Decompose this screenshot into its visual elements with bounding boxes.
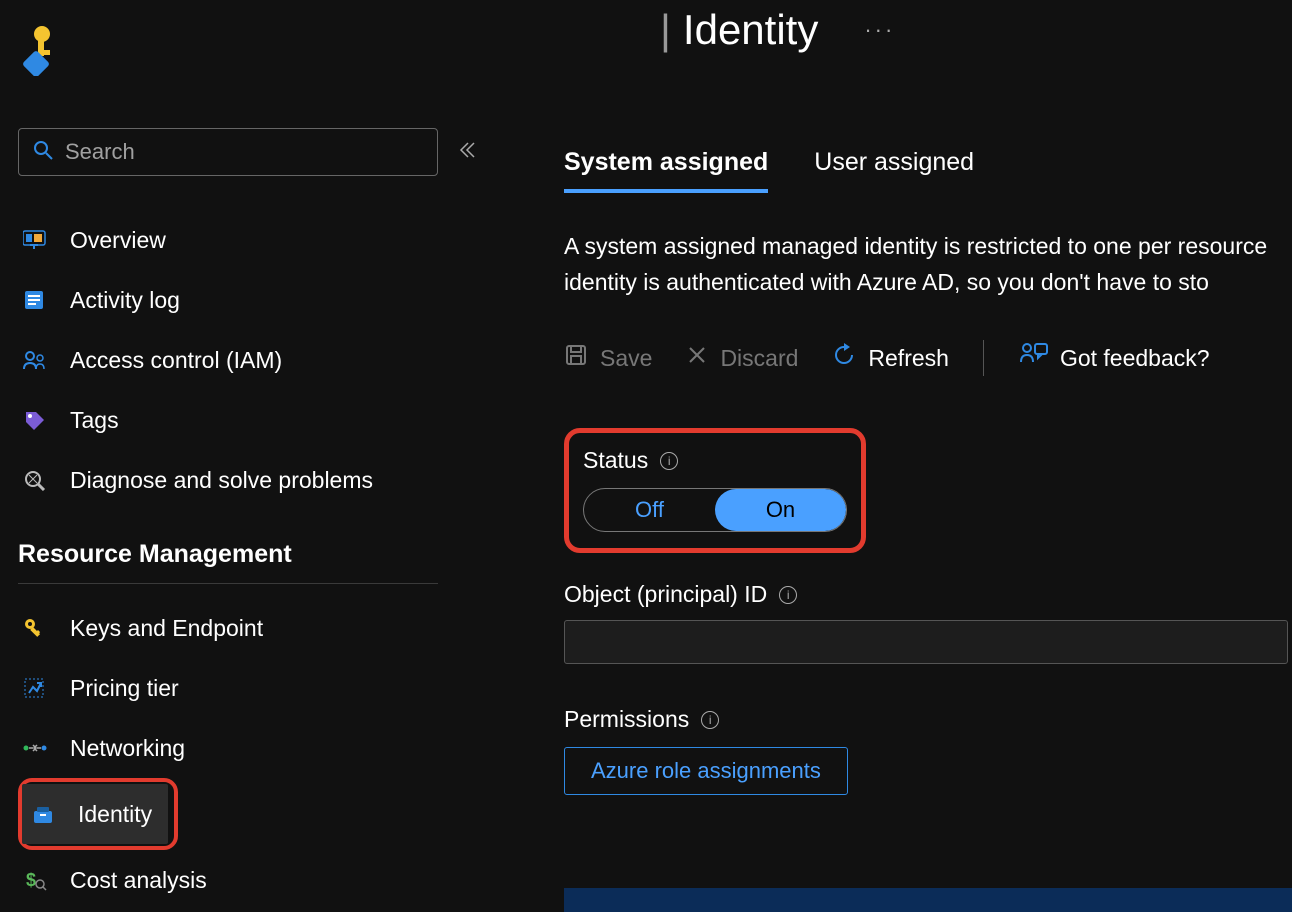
section-divider (18, 583, 438, 584)
sidebar-item-label: Tags (70, 407, 119, 434)
activity-log-icon (20, 289, 50, 311)
highlight-identity: Identity (18, 778, 178, 850)
tabs: System assigned User assigned (564, 148, 1292, 193)
collapse-sidebar-icon[interactable] (456, 140, 476, 165)
object-id-section: Object (principal) ID i (564, 581, 1292, 664)
toolbar-separator (983, 340, 984, 376)
more-icon[interactable]: ··· (864, 17, 895, 43)
info-icon[interactable]: i (660, 452, 678, 470)
title-text: Identity (683, 6, 818, 54)
object-id-label: Object (principal) ID (564, 581, 767, 608)
key-icon (20, 617, 50, 639)
sidebar-item-label: Keys and Endpoint (70, 615, 263, 642)
sidebar-item-tags[interactable]: Tags (18, 390, 508, 450)
sidebar-item-label: Cost analysis (70, 867, 207, 894)
sidebar-item-label: Access control (IAM) (70, 347, 282, 374)
discard-icon (686, 344, 708, 372)
object-id-input[interactable] (564, 620, 1288, 664)
diagnose-icon (20, 469, 50, 491)
refresh-label: Refresh (868, 345, 949, 372)
status-toggle[interactable]: Off On (583, 488, 847, 532)
search-icon (33, 140, 53, 165)
sidebar: Overview Activity log Access control (IA… (18, 128, 508, 910)
search-box[interactable] (18, 128, 438, 176)
sidebar-item-identity[interactable]: Identity (22, 784, 168, 844)
sidebar-item-keys-endpoint[interactable]: Keys and Endpoint (18, 598, 508, 658)
sidebar-item-networking[interactable]: Networking (18, 718, 508, 778)
identity-description: A system assigned managed identity is re… (564, 229, 1292, 300)
toggle-on[interactable]: On (715, 489, 846, 531)
toolbar: Save Discard Refresh Got feedback? (564, 340, 1292, 376)
highlight-status: Status i Off On (564, 428, 866, 553)
toggle-off[interactable]: Off (584, 489, 715, 531)
sidebar-item-label: Activity log (70, 287, 180, 314)
title-separator: | (660, 6, 671, 54)
save-button[interactable]: Save (564, 343, 652, 373)
section-resource-management: Resource Management (18, 540, 508, 569)
sidebar-item-label: Pricing tier (70, 675, 179, 702)
refresh-button[interactable]: Refresh (832, 343, 949, 373)
status-label: Status (583, 447, 648, 474)
info-icon[interactable]: i (779, 586, 797, 604)
permissions-section: Permissions i Azure role assignments (564, 706, 1292, 795)
cost-analysis-icon: $ (20, 869, 50, 891)
main-content: System assigned User assigned A system a… (564, 148, 1292, 795)
search-input[interactable] (65, 139, 423, 165)
sidebar-item-label: Networking (70, 735, 185, 762)
sidebar-item-label: Diagnose and solve problems (70, 467, 373, 494)
bottom-bar (564, 888, 1292, 912)
discard-button[interactable]: Discard (686, 344, 798, 372)
sidebar-item-diagnose[interactable]: Diagnose and solve problems (18, 450, 508, 510)
sidebar-item-label: Overview (70, 227, 166, 254)
header: | Identity ··· (0, 0, 1292, 90)
tab-user-assigned[interactable]: User assigned (814, 148, 974, 193)
nav-top: Overview Activity log Access control (IA… (18, 210, 508, 510)
pricing-tier-icon (20, 677, 50, 699)
sidebar-item-overview[interactable]: Overview (18, 210, 508, 270)
sidebar-item-activity-log[interactable]: Activity log (18, 270, 508, 330)
refresh-icon (832, 343, 856, 373)
sidebar-item-pricing-tier[interactable]: Pricing tier (18, 658, 508, 718)
permissions-label: Permissions (564, 706, 689, 733)
feedback-icon (1018, 342, 1048, 374)
svg-text:$: $ (26, 870, 36, 890)
info-icon[interactable]: i (701, 711, 719, 729)
sidebar-item-access-control[interactable]: Access control (IAM) (18, 330, 508, 390)
azure-role-assignments-button[interactable]: Azure role assignments (564, 747, 848, 795)
access-control-icon (20, 349, 50, 371)
discard-label: Discard (720, 345, 798, 372)
feedback-button[interactable]: Got feedback? (1018, 342, 1210, 374)
overview-icon (20, 229, 50, 251)
tags-icon (20, 409, 50, 431)
keyvault-icon (18, 24, 60, 81)
feedback-label: Got feedback? (1060, 345, 1210, 372)
page-title: | Identity ··· (660, 6, 895, 54)
sidebar-item-cost-analysis[interactable]: $ Cost analysis (18, 850, 508, 910)
networking-icon (20, 737, 50, 759)
tab-system-assigned[interactable]: System assigned (564, 148, 768, 193)
save-label: Save (600, 345, 652, 372)
save-icon (564, 343, 588, 373)
sidebar-item-label: Identity (78, 801, 152, 828)
identity-icon (28, 803, 58, 825)
